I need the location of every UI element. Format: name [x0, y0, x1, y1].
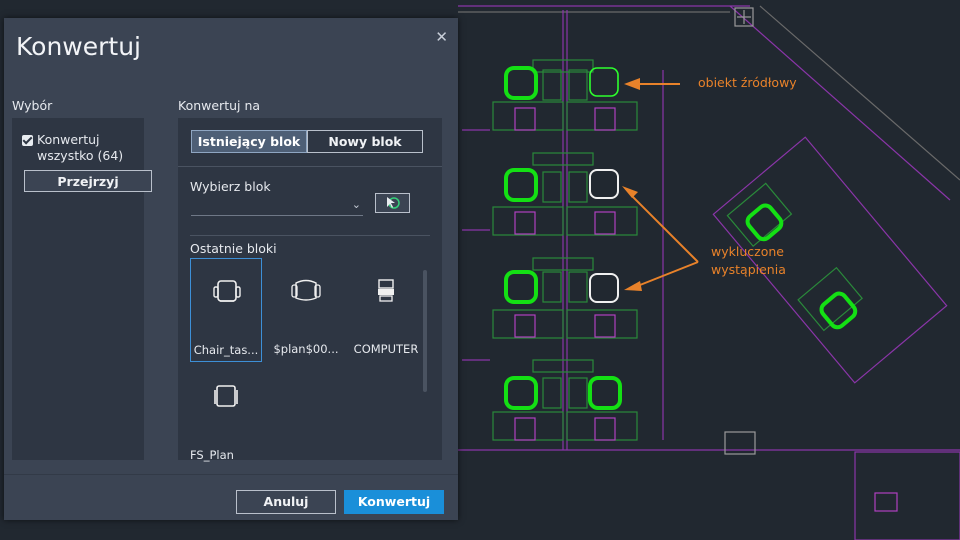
- computer-icon: [378, 279, 394, 302]
- recent-block-computer[interactable]: COMPUTER: [350, 258, 422, 362]
- selection-label: Wybór: [12, 98, 53, 113]
- recent-block-plan[interactable]: $plan$00...: [270, 258, 342, 362]
- chevron-down-icon: ⌄: [351, 198, 361, 211]
- convert-button[interactable]: Konwertuj: [344, 490, 444, 514]
- recent-block-fs-plan[interactable]: FS_Plan: [190, 364, 262, 472]
- convert-to-panel: Istniejący blok Nowy blok Wybierz blok ⌄…: [178, 118, 442, 462]
- pick-block-button[interactable]: [375, 193, 410, 213]
- recent-block-chair-task[interactable]: Chair_tas...: [190, 258, 262, 362]
- chair-plan-icon: [214, 385, 238, 407]
- recent-blocks-scrollbar[interactable]: [423, 270, 427, 392]
- task-chair-icon: [213, 280, 241, 302]
- convert-dialog: Konwertuj ✕ Wybór Konwertuj wszystko (64…: [4, 18, 458, 520]
- select-block-label: Wybierz blok: [190, 179, 271, 194]
- annotation-source-object: obiekt źródłowy: [698, 75, 797, 90]
- divider: [178, 166, 442, 167]
- annotation-excluded-instances: wykluczone wystąpienia: [711, 244, 786, 277]
- footer-divider: [4, 474, 458, 475]
- divider: [190, 235, 430, 236]
- convert-all-checkbox[interactable]: [22, 135, 33, 146]
- convert-to-label: Konwertuj na: [178, 98, 261, 113]
- selection-panel: Konwertuj wszystko (64) Przejrzyj: [12, 118, 152, 460]
- close-icon[interactable]: ✕: [435, 28, 448, 46]
- recent-block-label: COMPUTER: [353, 342, 419, 356]
- tab-existing-block[interactable]: Istniejący blok: [191, 130, 307, 153]
- recent-blocks-label: Ostatnie bloki: [190, 241, 277, 256]
- block-select[interactable]: ⌄: [191, 195, 363, 216]
- convert-all-label: Konwertuj wszystko (64): [37, 132, 124, 163]
- pick-block-icon: [387, 197, 400, 209]
- convert-all-row[interactable]: Konwertuj wszystko (64): [22, 132, 147, 164]
- recent-block-label: $plan$00...: [273, 342, 339, 356]
- recent-block-label: FS_Plan: [190, 448, 234, 462]
- tab-new-block[interactable]: Nowy blok: [307, 130, 423, 153]
- armchair-icon: [291, 279, 321, 301]
- recent-block-label: Chair_tas...: [193, 343, 259, 357]
- cancel-button[interactable]: Anuluj: [236, 490, 336, 514]
- preview-button[interactable]: Przejrzyj: [24, 170, 152, 192]
- dialog-title: Konwertuj: [16, 32, 141, 61]
